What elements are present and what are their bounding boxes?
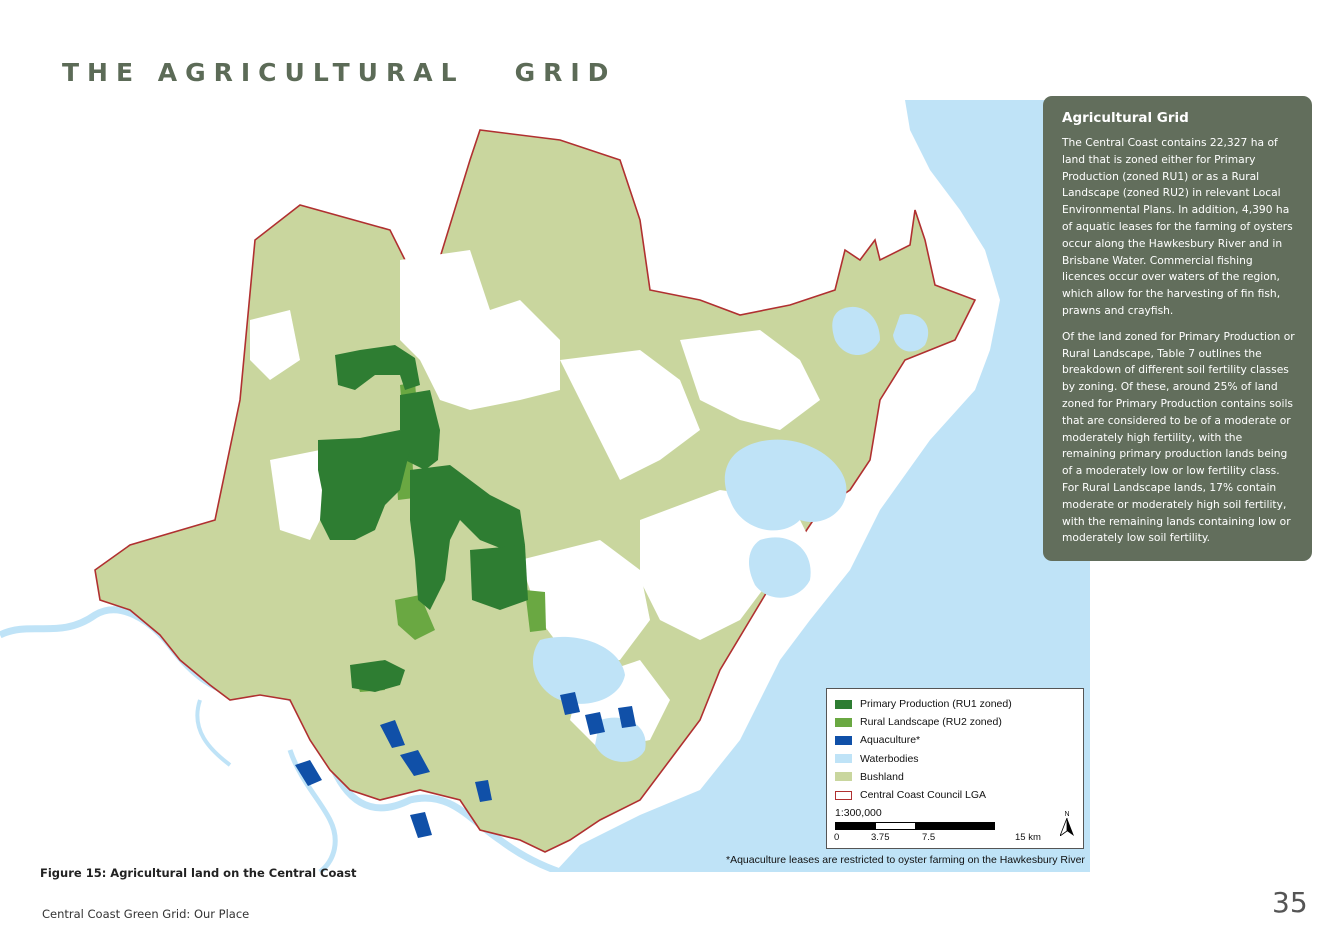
legend-label: Aquaculture* <box>860 734 921 747</box>
page-title: THE AGRICULTURAL GRID <box>62 58 617 87</box>
scale-tick: 7.5 <box>922 832 936 844</box>
legend-label: Waterbodies <box>860 752 919 765</box>
info-paragraph: The Central Coast contains 22,327 ha of … <box>1062 136 1293 317</box>
legend-label: Central Coast Council LGA <box>860 789 987 802</box>
north-label: N <box>1064 811 1070 818</box>
scale-tick: 15 km <box>1015 832 1041 844</box>
legend-swatch-bushland <box>835 772 852 782</box>
legend-item: Bushland <box>835 768 1075 786</box>
legend-label: Rural Landscape (RU2 zoned) <box>860 716 1002 729</box>
legend-swatch-waterbodies <box>835 754 852 764</box>
legend-swatch-lga <box>835 790 852 800</box>
legend-item: Central Coast Council LGA <box>835 786 1075 804</box>
map-legend: Primary Production (RU1 zoned) Rural Lan… <box>826 688 1084 849</box>
legend-swatch-aquaculture <box>835 735 852 745</box>
north-arrow-icon: N <box>1059 811 1075 838</box>
legend-label: Primary Production (RU1 zoned) <box>860 698 1012 711</box>
scale-tick: 0 <box>834 832 840 844</box>
scale-ticks: 0 3.75 7.5 15 km <box>834 832 1075 846</box>
page-number: 35 <box>1272 886 1308 919</box>
info-panel: Agricultural Grid The Central Coast cont… <box>1043 96 1312 561</box>
info-panel-title: Agricultural Grid <box>1062 110 1189 126</box>
scale-bar <box>835 822 995 831</box>
legend-item: Primary Production (RU1 zoned) <box>835 695 1075 713</box>
map-scale-label: 1:300,000 <box>835 807 882 820</box>
legend-item: Rural Landscape (RU2 zoned) <box>835 713 1075 731</box>
legend-item: Aquaculture* <box>835 731 1075 749</box>
map-footnote: *Aquaculture leases are restricted to oy… <box>726 854 1085 866</box>
river-arm-2 <box>195 699 232 767</box>
figure-caption: Figure 15: Agricultural land on the Cent… <box>40 866 357 880</box>
legend-label: Bushland <box>860 770 904 783</box>
legend-swatch-rural <box>835 717 852 727</box>
footer-publication-title: Central Coast Green Grid: Our Place <box>42 907 250 921</box>
legend-item: Waterbodies <box>835 750 1075 768</box>
scale-tick: 3.75 <box>871 832 890 844</box>
info-paragraph: Of the land zoned for Primary Production… <box>1062 329 1295 545</box>
legend-swatch-primary <box>835 699 852 709</box>
